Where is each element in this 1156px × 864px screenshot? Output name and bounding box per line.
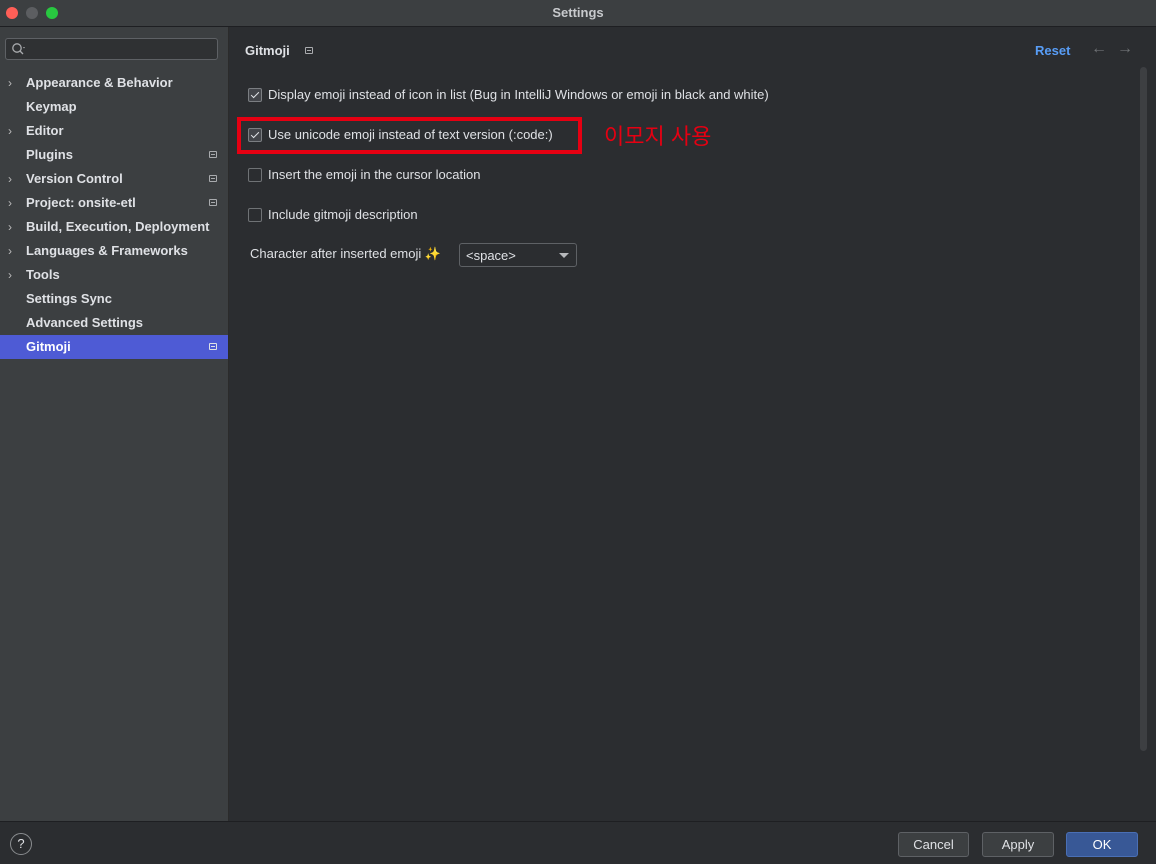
reset-link[interactable]: Reset	[1035, 43, 1070, 58]
chevron-right-icon[interactable]: ›	[8, 119, 12, 143]
display-emoji-checkbox[interactable]	[248, 88, 262, 102]
settings-search-input[interactable]	[32, 41, 216, 59]
sidebar-item-label: Languages & Frameworks	[26, 243, 188, 258]
include-description-checkbox[interactable]	[248, 208, 262, 222]
sidebar-item-label: Keymap	[26, 99, 77, 114]
insert-at-cursor-checkbox[interactable]	[248, 168, 262, 182]
annotation-text: 이모지 사용	[604, 124, 712, 149]
select-value: <space>	[466, 248, 516, 263]
sidebar-item-build-execution-deployment[interactable]: › Build, Execution, Deployment	[0, 215, 228, 239]
search-icon	[12, 43, 25, 55]
dropdown-arrow-icon	[559, 253, 569, 258]
chevron-right-icon[interactable]: ›	[8, 263, 12, 287]
sidebar-item-label: Build, Execution, Deployment	[26, 219, 210, 234]
option-label: Insert the emoji in the cursor location	[268, 167, 481, 182]
sidebar-item-label: Editor	[26, 123, 64, 138]
sidebar-item-keymap[interactable]: Keymap	[0, 95, 228, 119]
sidebar-item-label: Project: onsite-etl	[26, 195, 136, 210]
char-after-emoji-label: Character after inserted emoji ✨	[250, 246, 441, 262]
settings-sidebar: › Appearance & Behavior Keymap › Editor …	[0, 27, 229, 821]
sidebar-item-label: Plugins	[26, 147, 73, 162]
cancel-button[interactable]: Cancel	[898, 832, 969, 857]
sidebar-item-settings-sync[interactable]: Settings Sync	[0, 287, 228, 311]
sidebar-item-gitmoji[interactable]: Gitmoji	[0, 335, 228, 359]
sidebar-item-label: Version Control	[26, 171, 123, 186]
char-after-label-text: Character after inserted emoji	[250, 246, 422, 261]
sidebar-item-label: Gitmoji	[26, 339, 71, 354]
vertical-scrollbar[interactable]	[1140, 67, 1147, 751]
chevron-right-icon[interactable]: ›	[8, 71, 12, 95]
help-button[interactable]: ?	[10, 833, 32, 855]
chevron-right-icon[interactable]: ›	[8, 167, 12, 191]
option-label: Display emoji instead of icon in list (B…	[268, 87, 769, 102]
page-title: Gitmoji	[245, 43, 290, 58]
sidebar-item-label: Advanced Settings	[26, 315, 144, 330]
project-level-icon	[305, 47, 313, 54]
project-level-icon	[209, 175, 217, 182]
sidebar-item-label: Tools	[26, 267, 60, 282]
char-after-emoji-select[interactable]: <space>	[459, 243, 577, 267]
dialog-footer: ? Cancel Apply OK	[0, 821, 1156, 864]
window-title: Settings	[552, 5, 604, 20]
sidebar-item-advanced-settings[interactable]: Advanced Settings	[0, 311, 228, 335]
project-level-icon	[209, 343, 217, 350]
sidebar-item-project[interactable]: › Project: onsite-etl	[0, 191, 228, 215]
sidebar-item-tools[interactable]: › Tools	[0, 263, 228, 287]
settings-nav-tree: › Appearance & Behavior Keymap › Editor …	[0, 71, 228, 359]
sidebar-item-plugins[interactable]: Plugins	[0, 143, 228, 167]
forward-arrow-icon[interactable]: →	[1117, 40, 1133, 58]
sidebar-item-label: Settings Sync	[26, 291, 112, 306]
sidebar-item-editor[interactable]: › Editor	[0, 119, 228, 143]
chevron-right-icon[interactable]: ›	[8, 215, 12, 239]
option-label: Include gitmoji description	[268, 207, 418, 222]
title-bar: Settings	[0, 0, 1156, 27]
ok-button[interactable]: OK	[1066, 832, 1138, 857]
sidebar-item-label: Appearance & Behavior	[26, 75, 173, 90]
sidebar-item-languages-frameworks[interactable]: › Languages & Frameworks	[0, 239, 228, 263]
settings-content-panel: Gitmoji Reset ← → Display emoji instead …	[229, 27, 1156, 821]
back-arrow-icon[interactable]: ←	[1091, 40, 1107, 58]
sidebar-item-appearance-behavior[interactable]: › Appearance & Behavior	[0, 71, 228, 95]
sparkles-icon: ✨	[424, 246, 442, 261]
apply-button[interactable]: Apply	[982, 832, 1054, 857]
chevron-right-icon[interactable]: ›	[8, 191, 12, 215]
settings-search-box[interactable]	[5, 38, 218, 60]
project-level-icon	[209, 199, 217, 206]
sidebar-item-version-control[interactable]: › Version Control	[0, 167, 228, 191]
chevron-right-icon[interactable]: ›	[8, 239, 12, 263]
project-level-icon	[209, 151, 217, 158]
annotation-highlight-box	[237, 117, 582, 154]
